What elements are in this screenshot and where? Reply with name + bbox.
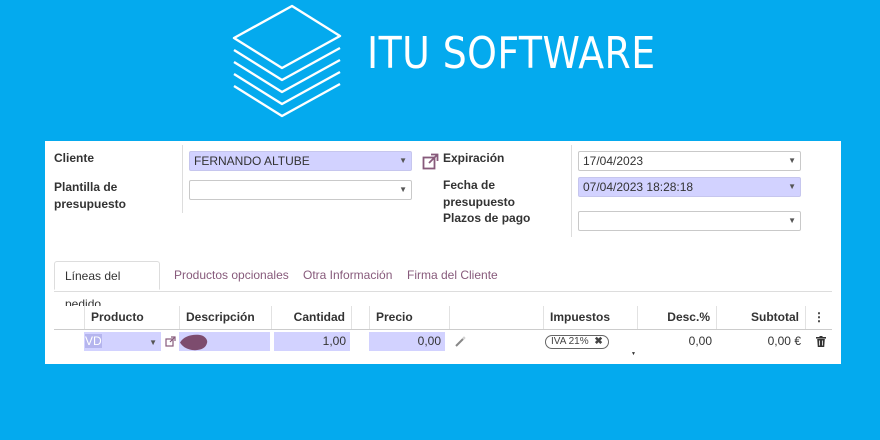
cliente-value: FERNANDO ALTUBE bbox=[194, 154, 310, 168]
tab-lineas-pedido[interactable]: Líneas del pedido bbox=[54, 261, 160, 311]
producto-value: VD bbox=[85, 334, 102, 348]
desc-value[interactable]: 0,00 bbox=[637, 333, 712, 350]
header-precio[interactable]: Precio unit… bbox=[369, 306, 449, 346]
external-link-icon[interactable] bbox=[422, 153, 439, 170]
plantilla-label: Plantilla de presupuesto bbox=[54, 180, 127, 211]
editor-cursor-icon bbox=[180, 334, 208, 351]
close-icon[interactable]: ✖ bbox=[594, 336, 602, 347]
chevron-down-icon[interactable]: ▼ bbox=[788, 152, 796, 170]
fecha-label: Fecha de presupuesto bbox=[443, 178, 516, 209]
brand-name: ITU SOFTWARE bbox=[367, 28, 656, 79]
plazos-field[interactable]: ▼ bbox=[578, 211, 801, 231]
table-row[interactable]: VD ▼ 1,00 0,00 IVA 21% ✖ ▼ 0,00 0,00 € bbox=[54, 329, 832, 357]
expiracion-field[interactable]: 17/04/2023 ▼ bbox=[578, 151, 801, 171]
cantidad-field[interactable]: 1,00 bbox=[274, 332, 350, 351]
chevron-down-icon[interactable]: ▼ bbox=[399, 181, 407, 199]
trash-icon[interactable] bbox=[816, 336, 826, 347]
cliente-field[interactable]: FERNANDO ALTUBE ▼ bbox=[189, 151, 412, 171]
header-spacer bbox=[351, 306, 369, 329]
tax-tag-label: IVA 21% bbox=[551, 336, 589, 347]
header-subtotal[interactable]: Subtotal bbox=[716, 306, 805, 329]
brand-banner: ITU SOFTWARE bbox=[0, 0, 880, 130]
chevron-down-icon[interactable]: ▼ bbox=[788, 178, 796, 196]
divider bbox=[182, 145, 183, 213]
fecha-field[interactable]: 07/04/2023 18:28:18 ▼ bbox=[578, 177, 801, 197]
chevron-down-icon[interactable]: ▼ bbox=[631, 351, 636, 357]
notebook-tabs: Líneas del pedido Productos opcionales O… bbox=[54, 261, 832, 311]
cliente-label: Cliente bbox=[54, 151, 95, 165]
chevron-down-icon[interactable]: ▼ bbox=[399, 152, 407, 170]
divider bbox=[571, 145, 572, 237]
column-settings-icon[interactable]: ⋮ bbox=[805, 306, 832, 329]
order-lines-header: Producto Descripción Cantidad Precio uni… bbox=[54, 306, 832, 346]
expiracion-value: 17/04/2023 bbox=[583, 154, 644, 168]
tab-firma-cliente[interactable]: Firma del Cliente bbox=[397, 261, 508, 290]
sale-order-form: Cliente Plantilla de presupuesto FERNAND… bbox=[45, 141, 841, 364]
header-producto[interactable]: Producto bbox=[84, 306, 179, 329]
header-impuestos[interactable]: Impuestos bbox=[543, 306, 637, 329]
producto-field[interactable]: VD ▼ bbox=[84, 332, 161, 351]
plantilla-field[interactable]: ▼ bbox=[189, 180, 412, 200]
tax-tag[interactable]: IVA 21% ✖ bbox=[545, 335, 609, 349]
header-desc[interactable]: Desc.% bbox=[637, 306, 716, 329]
header-descripcion[interactable]: Descripción bbox=[179, 306, 271, 329]
header-handle bbox=[54, 306, 84, 329]
chevron-down-icon[interactable]: ▼ bbox=[788, 212, 796, 230]
subtotal-value: 0,00 € bbox=[767, 334, 801, 348]
header-cantidad[interactable]: Cantidad bbox=[271, 306, 351, 329]
chevron-down-icon[interactable]: ▼ bbox=[149, 333, 157, 352]
layers-logo-icon bbox=[232, 4, 342, 118]
header-spacer bbox=[449, 306, 543, 329]
plazos-label: Plazos de pago bbox=[443, 211, 531, 225]
magic-wand-icon[interactable] bbox=[454, 335, 467, 348]
expiracion-label: Expiración bbox=[443, 151, 505, 165]
precio-field[interactable]: 0,00 bbox=[369, 332, 445, 351]
external-link-icon[interactable] bbox=[165, 336, 176, 347]
fecha-value: 07/04/2023 18:28:18 bbox=[583, 180, 694, 194]
tab-otra-informacion[interactable]: Otra Información bbox=[293, 261, 402, 290]
tab-productos-opcionales[interactable]: Productos opcionales bbox=[164, 261, 299, 290]
